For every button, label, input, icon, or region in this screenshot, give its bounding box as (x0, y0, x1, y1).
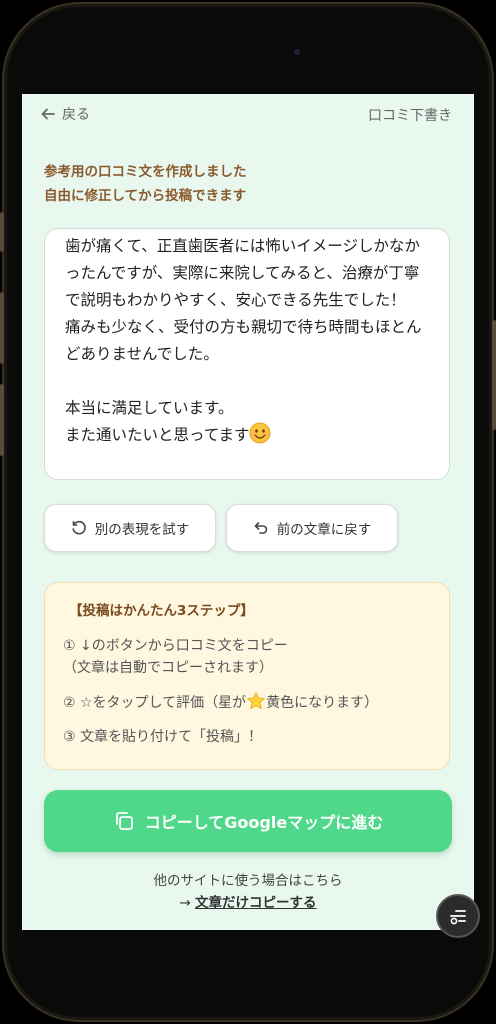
try-another-expression-button[interactable]: 別の表現を試す (44, 504, 216, 552)
try-another-label: 別の表現を試す (94, 522, 190, 538)
step-1-note: （文章は自動でコピーされます） (63, 660, 273, 676)
step-2: ② ☆をタップして評価（星が 黄色になります） (63, 691, 431, 714)
copy-text-only-link[interactable]: 文章だけコピーする (195, 895, 317, 911)
other-sites-text: 他のサイトに使う場合はこちら (153, 873, 343, 889)
posting-steps-box: 【投稿はかんたん3ステップ】 ① ↓のボタンから口コミ文をコピー （文章は自動で… (44, 582, 450, 770)
back-button[interactable]: 戻る (40, 104, 90, 124)
draft-notice: 参考用の口コミ文を作成しました 自由に修正してから投稿できます (44, 160, 247, 208)
app-screen: 戻る 口コミ下書き 参考用の口コミ文を作成しました 自由に修正してから投稿できま… (22, 94, 474, 930)
undo-icon (254, 522, 268, 534)
revert-previous-text-button[interactable]: 前の文章に戻す (226, 504, 398, 552)
copy-and-go-to-google-maps-button[interactable]: コピーしてGoogleマップに進む (44, 790, 452, 852)
menu-toggle-icon (450, 910, 466, 925)
phone-side-button-right (492, 320, 496, 430)
phone-side-button-left-1 (0, 212, 4, 252)
back-label: 戻る (62, 107, 90, 123)
step-2-text-after: 黄色になります） (266, 695, 379, 711)
arrow-left-icon (41, 108, 55, 120)
steps-title: 【投稿はかんたん3ステップ】 (69, 603, 254, 619)
notice-line-1: 参考用の口コミ文を作成しました (44, 164, 247, 180)
smiling-face-icon (249, 422, 271, 444)
cta-label: コピーしてGoogleマップに進む (144, 813, 384, 832)
review-text: 歯が痛くて、正直歯医者には怖いイメージしかなかったんですが、実際に来院してみると… (65, 237, 422, 444)
copy-icon (115, 812, 133, 830)
review-textarea[interactable]: 歯が痛くて、正直歯医者には怖いイメージしかなかったんですが、実際に来院してみると… (44, 228, 450, 480)
step-1: ① ↓のボタンから口コミ文をコピー （文章は自動でコピーされます） (63, 635, 431, 679)
front-camera (294, 49, 300, 55)
copy-text-only-row: → 文章だけコピーする (22, 892, 474, 914)
step-3-text: ③ 文章を貼り付けて「投稿」！ (63, 729, 263, 745)
arrow-text: → (179, 895, 196, 911)
top-bar: 戻る 口コミ下書き (22, 94, 474, 134)
revert-label: 前の文章に戻す (276, 522, 372, 538)
floating-menu-button[interactable] (436, 894, 480, 938)
phone-side-button-left-2 (0, 292, 4, 364)
phone-side-button-left-3 (0, 384, 4, 456)
step-2-text-before: ② ☆をタップして評価（星が (63, 695, 247, 711)
step-1-text: ① ↓のボタンから口コミ文をコピー (63, 638, 288, 654)
step-3: ③ 文章を貼り付けて「投稿」！ (63, 726, 431, 748)
star-icon (247, 692, 266, 709)
notice-line-2: 自由に修正してから投稿できます (44, 188, 247, 204)
rotate-ccw-icon (72, 520, 86, 535)
phone-frame: 戻る 口コミ下書き 参考用の口コミ文を作成しました 自由に修正してから投稿できま… (0, 0, 496, 1024)
page-title: 口コミ下書き (368, 108, 452, 124)
